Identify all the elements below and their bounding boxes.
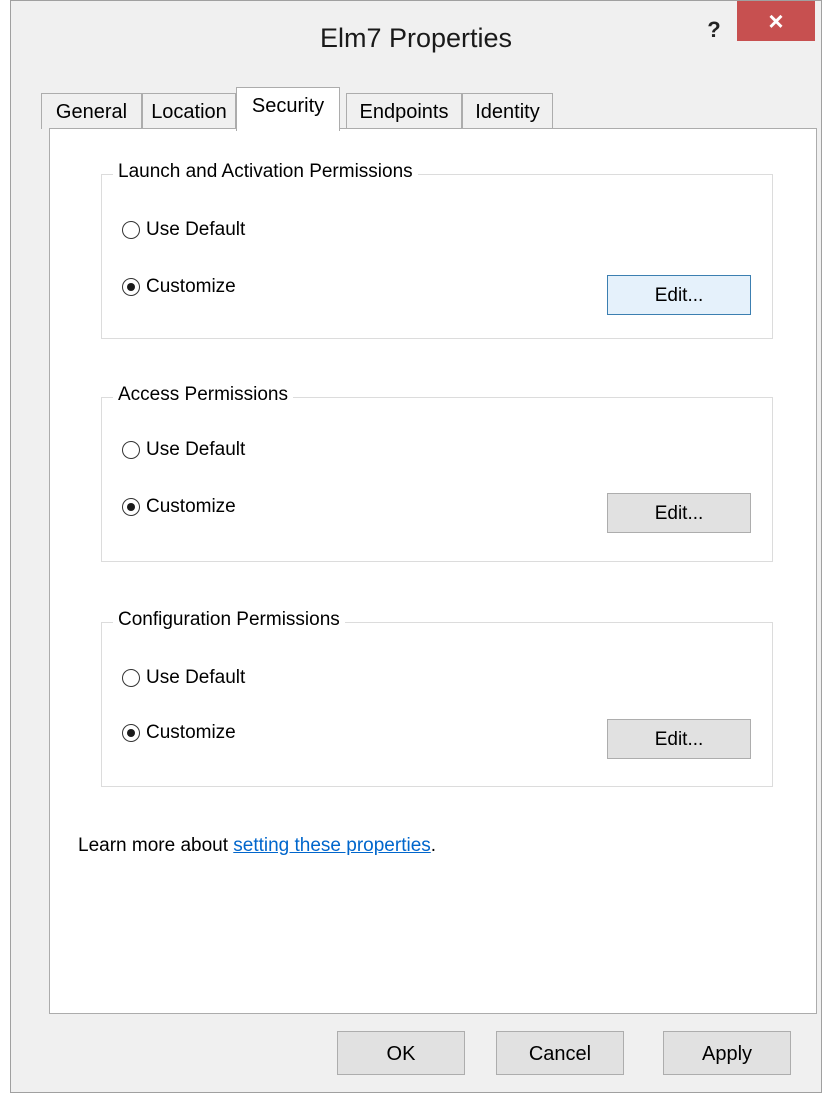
ok-button[interactable]: OK: [337, 1031, 465, 1075]
tab-location[interactable]: Location: [142, 93, 236, 129]
radio-unchecked-icon: [122, 441, 140, 459]
radio-checked-icon: [122, 278, 140, 296]
config-use-default-label: Use Default: [146, 667, 246, 688]
learn-more-suffix: .: [430, 835, 437, 856]
launch-edit-button[interactable]: Edit...: [607, 275, 751, 315]
learn-more-prefix: Learn more about: [78, 835, 234, 856]
cancel-button[interactable]: Cancel: [496, 1031, 624, 1075]
launch-use-default-label: Use Default: [146, 219, 246, 240]
radio-checked-icon: [122, 724, 140, 742]
learn-more-link[interactable]: setting these properties: [233, 835, 431, 856]
access-use-default-label: Use Default: [146, 439, 246, 460]
config-use-default-radio[interactable]: Use Default: [122, 663, 245, 693]
radio-checked-icon: [122, 498, 140, 516]
access-permissions-title: Access Permissions: [113, 384, 293, 406]
access-customize-radio[interactable]: Customize: [122, 492, 236, 522]
tab-identity[interactable]: Identity: [462, 93, 553, 129]
access-permissions-group: Access Permissions Use Default Customize…: [101, 384, 773, 562]
tab-general[interactable]: General: [41, 93, 142, 129]
configuration-permissions-group: Configuration Permissions Use Default Cu…: [101, 609, 773, 787]
title-bar: Elm7 Properties ? ×: [11, 1, 821, 81]
access-use-default-radio[interactable]: Use Default: [122, 435, 245, 465]
close-icon: ×: [768, 6, 784, 36]
config-customize-label: Customize: [146, 722, 236, 743]
launch-activation-group: Launch and Activation Permissions Use De…: [101, 161, 773, 339]
tab-endpoints[interactable]: Endpoints: [346, 93, 462, 129]
launch-customize-label: Customize: [146, 276, 236, 297]
config-edit-button[interactable]: Edit...: [607, 719, 751, 759]
configuration-permissions-title: Configuration Permissions: [113, 609, 345, 631]
radio-unchecked-icon: [122, 669, 140, 687]
properties-dialog: Elm7 Properties ? × General Location Sec…: [10, 0, 822, 1093]
launch-activation-title: Launch and Activation Permissions: [113, 161, 418, 183]
config-customize-radio[interactable]: Customize: [122, 718, 236, 748]
radio-unchecked-icon: [122, 221, 140, 239]
tab-security[interactable]: Security: [236, 87, 340, 131]
launch-customize-radio[interactable]: Customize: [122, 272, 236, 302]
learn-more-text: Learn more about setting these propertie…: [78, 835, 436, 857]
apply-button[interactable]: Apply: [663, 1031, 791, 1075]
access-edit-button[interactable]: Edit...: [607, 493, 751, 533]
help-button[interactable]: ?: [699, 15, 729, 45]
close-button[interactable]: ×: [737, 1, 815, 41]
access-customize-label: Customize: [146, 496, 236, 517]
security-tab-panel: Launch and Activation Permissions Use De…: [49, 128, 817, 1014]
launch-use-default-radio[interactable]: Use Default: [122, 215, 245, 245]
